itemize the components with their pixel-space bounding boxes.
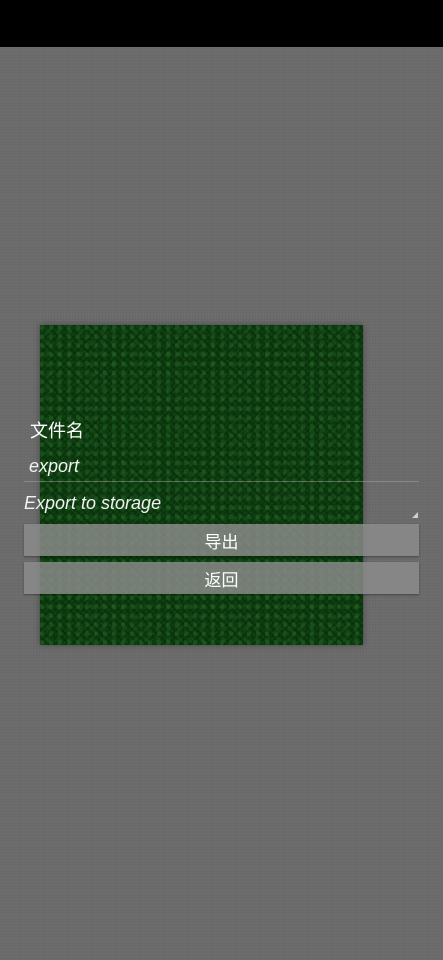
filename-label: 文件名	[30, 421, 84, 442]
dropdown-corner-icon	[412, 512, 418, 518]
destination-selected-label: Export to storage	[24, 493, 162, 513]
green-texture-panel	[40, 325, 363, 645]
export-button[interactable]: 导出	[24, 524, 419, 556]
destination-dropdown[interactable]: Export to storage	[24, 488, 419, 520]
filename-input[interactable]: export	[24, 450, 419, 482]
back-button[interactable]: 返回	[24, 562, 419, 594]
filename-input-value: export	[29, 456, 80, 476]
status-bar	[0, 0, 443, 47]
